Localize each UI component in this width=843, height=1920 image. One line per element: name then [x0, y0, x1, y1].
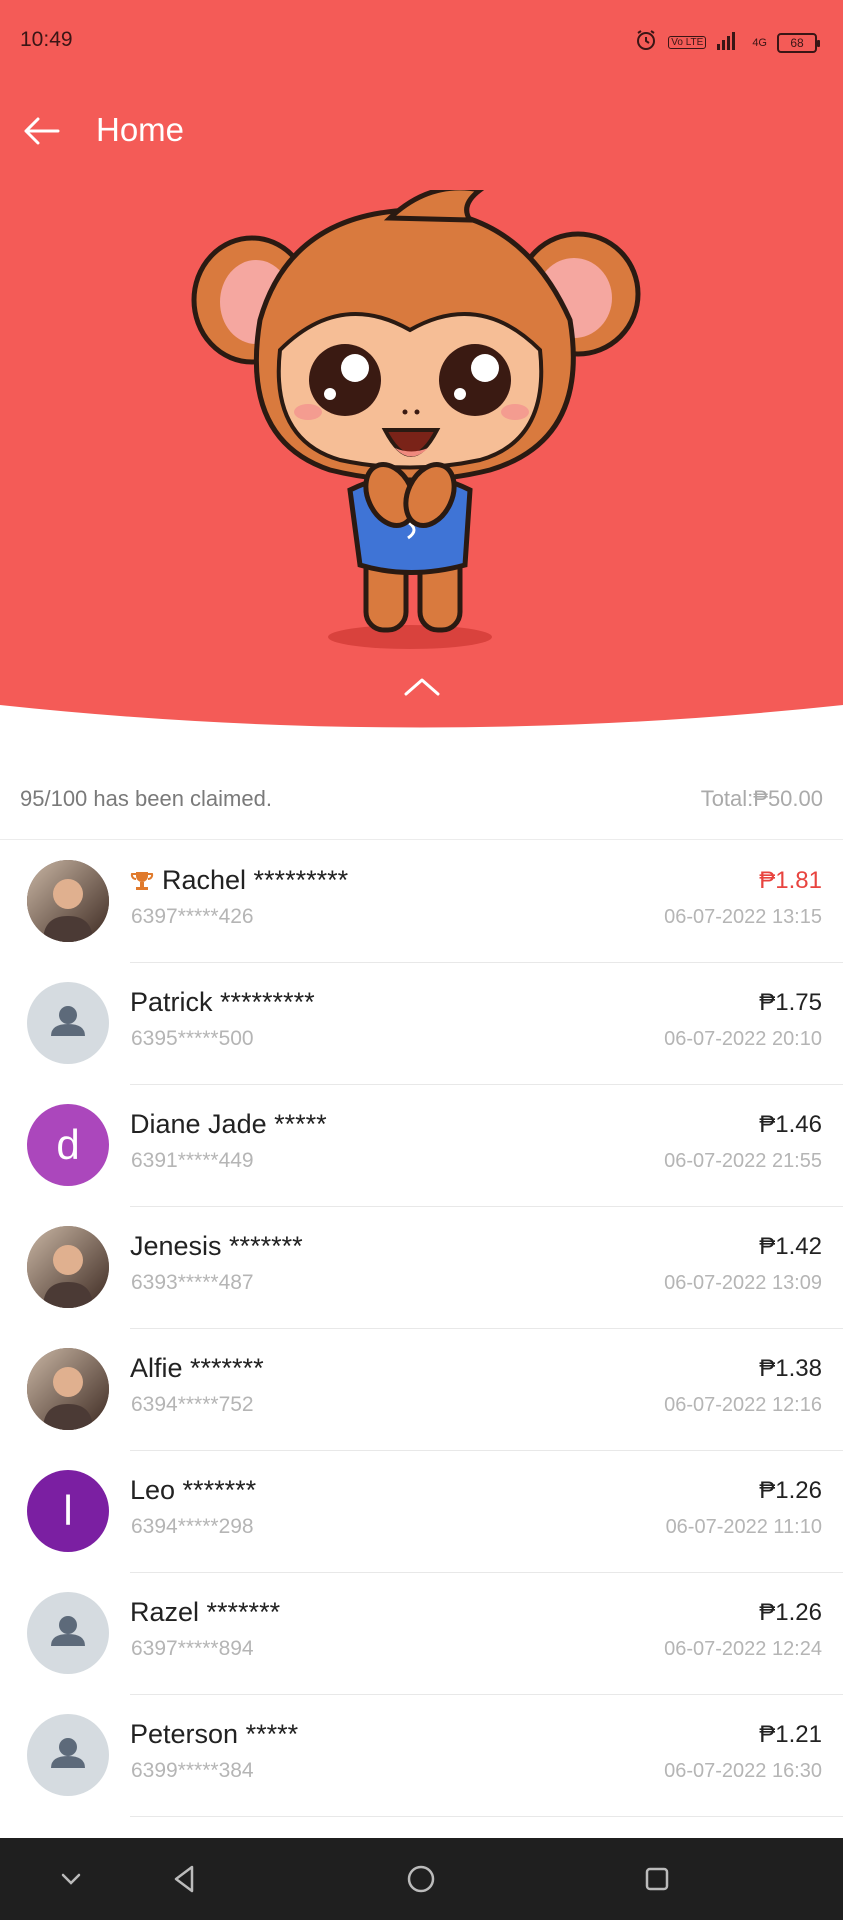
avatar[interactable]: d — [27, 1104, 109, 1186]
claim-timestamp: 06-07-2022 20:10 — [664, 1028, 822, 1050]
volte-label: Vo LTE — [668, 36, 707, 49]
chevron-down-icon — [61, 1873, 81, 1885]
claim-amount: ₱1.42 — [759, 1233, 822, 1260]
masked-phone: 6397*****894 — [131, 1637, 254, 1660]
claim-row[interactable]: Razel ******* 6397*****894 ₱1.26 06-07-2022… — [0, 1573, 843, 1695]
status-time: 10:49 — [20, 28, 73, 51]
claim-amount: ₱1.38 — [759, 1355, 822, 1382]
claimer-name: Alfie ******* — [130, 1353, 264, 1384]
claim-row[interactable]: Peterson ***** 6399*****384 ₱1.21 06-07-202… — [0, 1695, 843, 1817]
chevron-up-icon — [404, 678, 440, 696]
row-divider — [130, 1816, 843, 1817]
claim-timestamp: 06-07-2022 16:30 — [664, 1760, 822, 1782]
avatar[interactable] — [27, 860, 109, 942]
nav-hide-button[interactable] — [48, 1856, 94, 1902]
arrow-left-icon — [24, 117, 60, 145]
status-bar: 10:49 Vo LTE 4G 68 — [0, 0, 843, 84]
masked-phone: 6393*****487 — [131, 1271, 254, 1294]
claim-summary: 95/100 has been claimed. Total:₱50.00 — [0, 770, 843, 840]
masked-phone: 6391*****449 — [131, 1149, 254, 1172]
claimer-name: Patrick ********* — [130, 987, 315, 1018]
profile-photo — [27, 860, 109, 942]
masked-phone: 6399*****384 — [131, 1759, 254, 1782]
claimer-name-text: Leo ******* — [130, 1475, 257, 1505]
hero-banner: 10:49 Vo LTE 4G 68 Home — [0, 0, 843, 735]
avatar[interactable] — [27, 1592, 109, 1674]
profile-photo — [27, 1348, 109, 1430]
claimed-count: 95/100 has been claimed. — [20, 786, 272, 811]
avatar-letter: l — [63, 1487, 73, 1534]
alarm-icon — [634, 28, 658, 57]
claimer-name-text: Alfie ******* — [130, 1353, 264, 1383]
default-person-icon — [51, 1616, 85, 1646]
claim-timestamp: 06-07-2022 11:10 — [665, 1516, 822, 1538]
claim-row[interactable]: d Diane Jade ***** 6391*****449 ₱1.46 06-07-… — [0, 1085, 843, 1207]
claimer-name: Peterson ***** — [130, 1719, 298, 1750]
claim-amount: ₱1.26 — [759, 1477, 822, 1504]
claimer-name-text: Jenesis ******* — [130, 1231, 303, 1261]
avatar[interactable] — [27, 982, 109, 1064]
claim-timestamp: 06-07-2022 21:55 — [664, 1150, 822, 1172]
claim-timestamp: 06-07-2022 12:16 — [664, 1394, 822, 1416]
system-nav-bar — [0, 1838, 843, 1920]
claimer-name: Rachel ********* — [130, 865, 348, 896]
claimer-name: Jenesis ******* — [130, 1231, 303, 1262]
claim-timestamp: 06-07-2022 13:09 — [664, 1272, 822, 1294]
claim-amount: ₱1.81 — [759, 867, 822, 894]
avatar[interactable] — [27, 1226, 109, 1308]
claim-row[interactable]: Jenesis ******* 6393*****487 ₱1.42 06-07-20… — [0, 1207, 843, 1329]
claimer-name: Razel ******* — [130, 1597, 280, 1628]
avatar[interactable] — [27, 1714, 109, 1796]
status-icons: Vo LTE 4G 68 — [634, 28, 820, 57]
trophy-icon — [130, 869, 154, 893]
claim-amount: ₱1.21 — [759, 1721, 822, 1748]
claim-timestamp: 06-07-2022 12:24 — [664, 1638, 822, 1660]
network-type-label: 4G — [752, 36, 767, 49]
claim-amount: ₱1.46 — [759, 1111, 822, 1138]
default-person-icon — [51, 1738, 85, 1768]
default-person-icon — [51, 1006, 85, 1036]
page-title: Home — [96, 111, 185, 148]
masked-phone: 6394*****298 — [131, 1515, 254, 1538]
claim-row[interactable]: Rachel ********* 6397*****426 ₱1.81 06-07-2… — [0, 841, 843, 963]
back-triangle-icon — [174, 1865, 194, 1893]
masked-phone: 6397*****426 — [131, 905, 254, 928]
total-amount: Total:₱50.00 — [700, 786, 823, 811]
claimer-name-text: Diane Jade ***** — [130, 1109, 327, 1139]
claim-row[interactable]: Alfie ******* 6394*****752 ₱1.38 06-07-2022… — [0, 1329, 843, 1451]
masked-phone: 6395*****500 — [131, 1027, 254, 1050]
recents-square-icon — [645, 1867, 669, 1891]
app-header: Home — [0, 95, 843, 165]
claims-list: Rachel ********* 6397*****426 ₱1.81 06-07-2… — [0, 841, 843, 1817]
profile-photo — [27, 1226, 109, 1308]
claim-amount: ₱1.26 — [759, 1599, 822, 1626]
nav-back-button[interactable] — [162, 1856, 208, 1902]
claim-amount: ₱1.75 — [759, 989, 822, 1016]
collapse-button[interactable] — [400, 672, 444, 702]
claimer-name-text: Patrick ********* — [130, 987, 315, 1017]
claim-row[interactable]: l Leo ******* 6394*****298 ₱1.26 06-07-2022 … — [0, 1451, 843, 1573]
signal-icon — [716, 29, 742, 56]
back-button[interactable] — [18, 107, 66, 155]
claimer-name-text: Peterson ***** — [130, 1719, 299, 1749]
claim-row[interactable]: Patrick ********* 6395*****500 ₱1.75 06-07-… — [0, 963, 843, 1085]
avatar[interactable]: l — [27, 1470, 109, 1552]
battery-icon: 68 — [777, 32, 820, 53]
avatar-letter: d — [56, 1121, 80, 1168]
claimer-name: Leo ******* — [130, 1475, 256, 1506]
avatar[interactable] — [27, 1348, 109, 1430]
nav-home-button[interactable] — [398, 1856, 444, 1902]
home-circle-icon — [407, 1865, 435, 1893]
claimer-name-text: Razel ******* — [130, 1597, 281, 1627]
nav-recents-button[interactable] — [634, 1856, 680, 1902]
monkey-mascot-illustration — [191, 190, 641, 649]
claimer-name-text: Rachel ********* — [162, 865, 349, 895]
claim-timestamp: 06-07-2022 13:15 — [664, 906, 822, 928]
masked-phone: 6394*****752 — [131, 1393, 254, 1416]
claimer-name: Diane Jade ***** — [130, 1109, 327, 1140]
